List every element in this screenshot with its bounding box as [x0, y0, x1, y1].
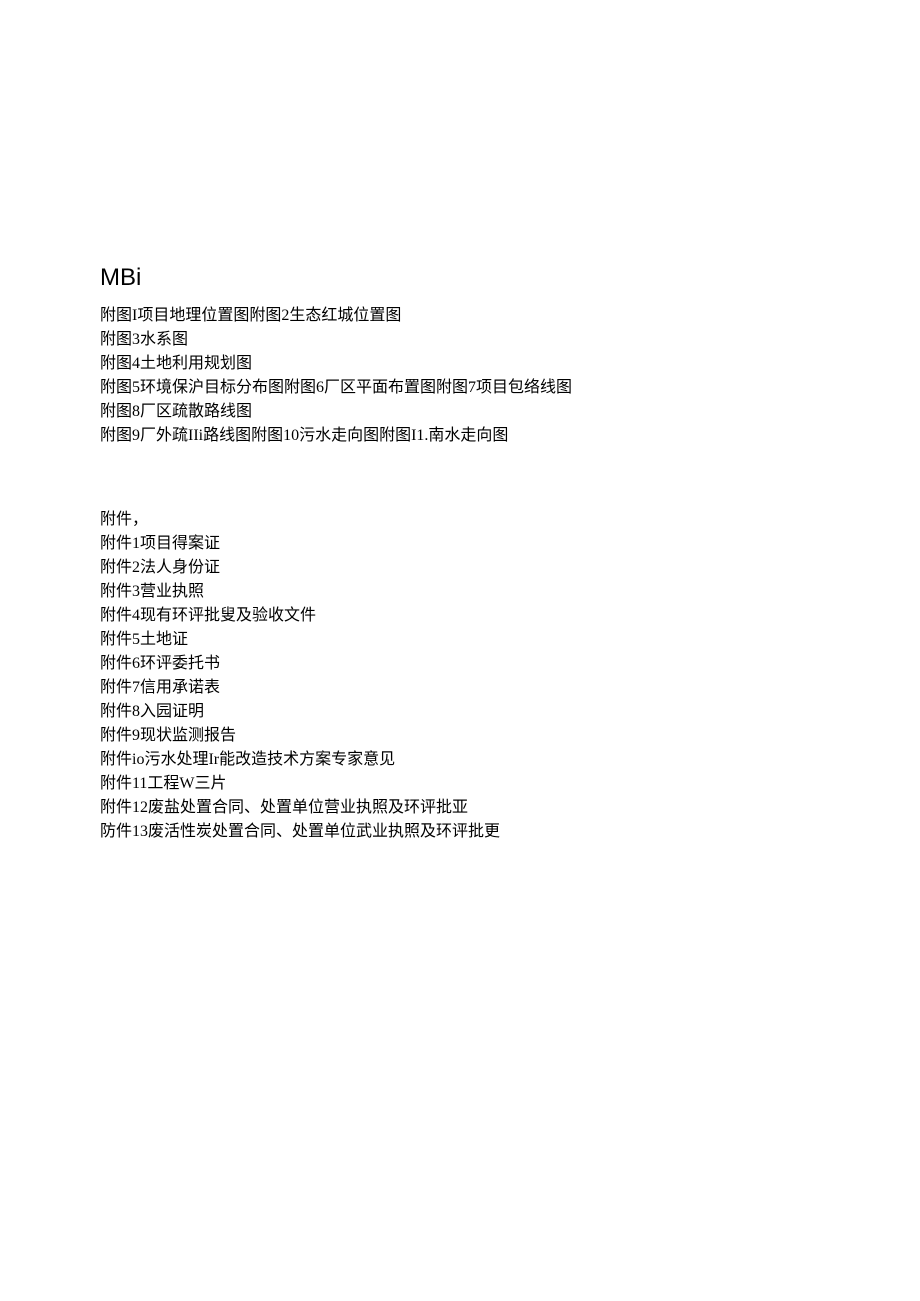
- figure-line: 附图8厂区疏散路线图: [100, 400, 820, 424]
- attachments-header: 附件，: [100, 508, 820, 532]
- page-heading: MBi: [100, 260, 820, 296]
- attachment-line: 附件12废盐处置合同、处置单位营业执照及环评批亚: [100, 796, 820, 820]
- attachments-list: 附件1项目得案证 附件2法人身份证 附件3营业执照 附件4现有环评批叟及验收文件…: [100, 532, 820, 844]
- attachment-line: 附件11工程W三片: [100, 772, 820, 796]
- figure-line: 附图3水系图: [100, 328, 820, 352]
- attachment-line: 附件6环评委托书: [100, 652, 820, 676]
- attachment-line: 附件3营业执照: [100, 580, 820, 604]
- attachment-line: 附件io污水处理Ir能改造技术方案专家意见: [100, 748, 820, 772]
- figure-line: 附图9厂外疏IIi路线图附图10污水走向图附图I1.南水走向图: [100, 424, 820, 448]
- figure-line: 附图5环境保沪目标分布图附图6厂区平面布置图附图7项目包络线图: [100, 376, 820, 400]
- figures-list: 附图I项目地理位置图附图2生态红城位置图 附图3水系图 附图4土地利用规划图 附…: [100, 304, 820, 448]
- attachment-line: 附件5土地证: [100, 628, 820, 652]
- figure-line: 附图4土地利用规划图: [100, 352, 820, 376]
- section-spacer: [100, 448, 820, 508]
- document-page: MBi 附图I项目地理位置图附图2生态红城位置图 附图3水系图 附图4土地利用规…: [0, 0, 920, 1301]
- attachment-line: 附件8入园证明: [100, 700, 820, 724]
- attachment-line: 附件2法人身份证: [100, 556, 820, 580]
- figure-line: 附图I项目地理位置图附图2生态红城位置图: [100, 304, 820, 328]
- attachment-line: 防件13废活性炭处置合同、处置单位武业执照及环评批更: [100, 820, 820, 844]
- attachment-line: 附件1项目得案证: [100, 532, 820, 556]
- attachment-line: 附件7信用承诺表: [100, 676, 820, 700]
- attachment-line: 附件9现状监测报告: [100, 724, 820, 748]
- attachment-line: 附件4现有环评批叟及验收文件: [100, 604, 820, 628]
